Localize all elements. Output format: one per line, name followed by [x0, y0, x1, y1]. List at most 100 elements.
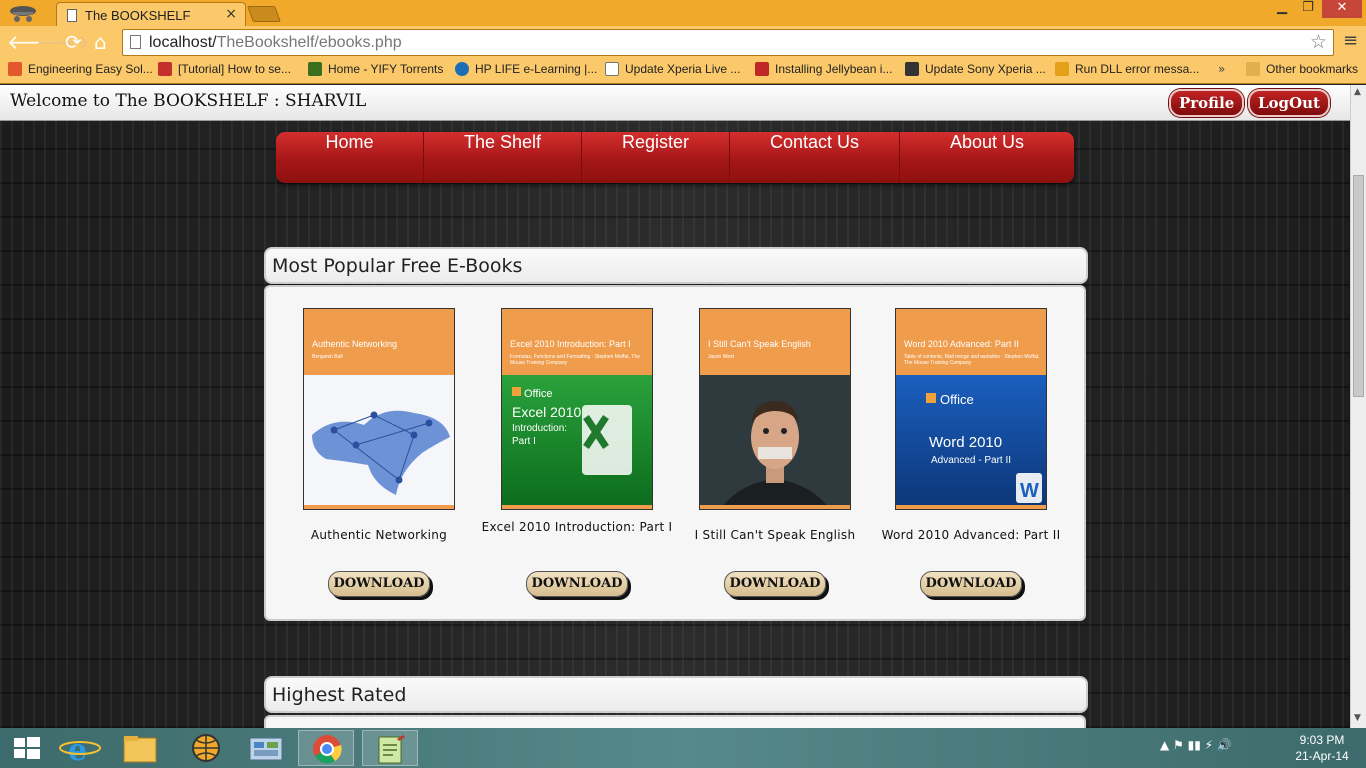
- control-panel-icon[interactable]: [238, 730, 294, 766]
- bookmark-item[interactable]: Update Sony Xperia ...: [905, 62, 1046, 76]
- svg-text:e: e: [68, 733, 87, 766]
- address-bar[interactable]: localhost/TheBookshelf/ebooks.php ☆: [122, 29, 1334, 56]
- cover-subtitle: Formulas, Functions and Formatting · Ste…: [510, 354, 640, 366]
- minimize-button[interactable]: ▁: [1270, 0, 1294, 18]
- new-tab-button[interactable]: [247, 6, 281, 22]
- globe-app-icon[interactable]: [178, 730, 234, 766]
- file-explorer-icon[interactable]: [112, 730, 168, 766]
- book-card: Word 2010 Advanced: Part II Table of cont…: [858, 287, 1060, 623]
- url-path: TheBookshelf/ebooks.php: [216, 34, 402, 51]
- maximize-button[interactable]: ❐: [1296, 0, 1320, 18]
- internet-explorer-icon[interactable]: e: [52, 730, 108, 768]
- nav-the-shelf[interactable]: The Shelf: [424, 132, 582, 183]
- cover-title: Authentic Networking: [312, 339, 398, 349]
- cover-line-1: Word 2010: [929, 434, 1002, 451]
- cover-brand: Office: [524, 388, 553, 400]
- cover-subtitle: Benjamin Ball: [312, 354, 343, 360]
- download-button[interactable]: DOWNLOAD: [328, 571, 430, 597]
- taped-mouth-man-icon: [700, 375, 850, 509]
- cover-line-3: Part I: [512, 436, 536, 447]
- nav-contact-us[interactable]: Contact Us: [730, 132, 900, 183]
- bookmark-item[interactable]: HP LIFE e-Learning |...: [455, 62, 597, 76]
- chrome-icon[interactable]: [298, 730, 354, 766]
- download-button[interactable]: DOWNLOAD: [724, 571, 826, 597]
- windows-taskbar: e ▲ ⚑ ▮▮ ⚡ 🔊 9:03 PM 21-Apr-14: [0, 728, 1366, 768]
- book-cover[interactable]: Authentic Networking Benjamin Ball: [303, 308, 455, 510]
- clock[interactable]: 9:03 PM 21-Apr-14: [1284, 732, 1360, 764]
- book-card: Excel 2010 Introduction: Part I Formulas,…: [464, 287, 672, 623]
- book-title: Authentic Networking: [310, 528, 448, 542]
- cover-title: Word 2010 Advanced: Part II: [904, 339, 1019, 349]
- scroll-up-icon[interactable]: ▲: [1354, 87, 1361, 97]
- tab-title: The BOOKSHELF: [85, 8, 191, 23]
- url-text: localhost/TheBookshelf/ebooks.php: [149, 34, 402, 52]
- scroll-down-icon[interactable]: ▼: [1354, 713, 1361, 723]
- chrome-menu-icon[interactable]: ≡: [1343, 30, 1358, 51]
- system-tray[interactable]: ▲ ⚑ ▮▮ ⚡ 🔊: [1160, 738, 1232, 752]
- svg-text:W: W: [1020, 480, 1039, 502]
- section-title: Highest Rated: [272, 684, 407, 706]
- cover-line-2: Advanced - Part II: [931, 455, 1011, 466]
- office-excel-icon: Office Excel 2010 Introduction: Part I: [502, 375, 652, 509]
- bookmark-item[interactable]: Engineering Easy Sol...: [8, 62, 153, 76]
- popular-books-panel: Authentic Networking Benjamin Ball Authen…: [264, 285, 1086, 621]
- cover-line-1: Excel 2010: [512, 404, 581, 420]
- page-viewport: Welcome to The BOOKSHELF : SHARVIL Profi…: [0, 85, 1350, 728]
- book-title: Word 2010 Advanced: Part II: [881, 528, 1061, 542]
- reload-icon[interactable]: ⟳: [65, 30, 82, 54]
- section-header-popular: Most Popular Free E-Books: [264, 247, 1088, 284]
- bookmark-item[interactable]: Home - YIFY Torrents: [308, 62, 443, 76]
- bookmark-item[interactable]: [Tutorial] How to se...: [158, 62, 291, 76]
- bookmark-item[interactable]: Update Xperia Live ...: [605, 62, 740, 76]
- incognito-icon: [6, 2, 40, 24]
- page-icon: [67, 9, 77, 22]
- page-scrollbar[interactable]: ▲ ▼: [1350, 85, 1366, 728]
- cover-subtitle: Jason West: [708, 354, 735, 360]
- download-button[interactable]: DOWNLOAD: [526, 571, 628, 597]
- home-icon[interactable]: ⌂: [94, 30, 107, 54]
- download-button[interactable]: DOWNLOAD: [920, 571, 1022, 597]
- bookmarks-bar: Engineering Easy Sol... [Tutorial] How t…: [0, 58, 1366, 84]
- world-network-icon: [304, 375, 454, 509]
- bookmark-item[interactable]: Installing Jellybean i...: [755, 62, 892, 76]
- book-cover[interactable]: Word 2010 Advanced: Part II Table of cont…: [895, 308, 1047, 510]
- browser-tab-active[interactable]: The BOOKSHELF ×: [56, 2, 246, 28]
- section-header-highest-rated: Highest Rated: [264, 676, 1088, 713]
- book-card: Authentic Networking Benjamin Ball Authen…: [266, 287, 466, 623]
- cover-subtitle: Table of contents, Mail merge and websit…: [904, 354, 1040, 366]
- cover-title: I Still Can't Speak English: [708, 339, 811, 349]
- profile-button[interactable]: Profile: [1169, 89, 1245, 117]
- close-window-button[interactable]: ✕: [1322, 0, 1362, 18]
- cover-brand: Office: [940, 392, 974, 407]
- browser-title-bar: The BOOKSHELF × ▁ ❐ ✕: [0, 0, 1366, 28]
- nav-home[interactable]: Home: [276, 132, 424, 183]
- book-card: I Still Can't Speak English Jason West I …: [662, 287, 862, 623]
- welcome-text: Welcome to The BOOKSHELF : SHARVIL: [10, 91, 367, 111]
- start-icon[interactable]: [0, 730, 56, 766]
- book-cover[interactable]: Excel 2010 Introduction: Part I Formulas,…: [501, 308, 653, 510]
- tab-close-icon[interactable]: ×: [225, 6, 237, 22]
- bookmark-star-icon[interactable]: ☆: [1310, 31, 1327, 53]
- clock-time: 9:03 PM: [1299, 733, 1345, 747]
- section-title: Most Popular Free E-Books: [272, 255, 523, 277]
- nav-register[interactable]: Register: [582, 132, 730, 183]
- book-title: I Still Can't Speak English: [694, 528, 856, 542]
- url-host: localhost/: [149, 34, 217, 51]
- book-title: Excel 2010 Introduction: Part I: [481, 520, 673, 534]
- highest-rated-panel: [264, 715, 1086, 728]
- bookmark-item[interactable]: Run DLL error messa...: [1055, 62, 1199, 76]
- browser-toolbar: 🡐 🡒 ⟳ ⌂ localhost/TheBookshelf/ebooks.ph…: [0, 26, 1366, 58]
- logout-button[interactable]: LogOut: [1248, 89, 1330, 117]
- welcome-bar: Welcome to The BOOKSHELF : SHARVIL Profi…: [0, 85, 1350, 121]
- page-icon: [130, 35, 141, 49]
- cover-line-2: Introduction:: [512, 423, 567, 434]
- cover-title: Excel 2010 Introduction: Part I: [510, 339, 631, 349]
- other-bookmarks-folder[interactable]: Other bookmarks: [1246, 62, 1358, 76]
- scrollbar-thumb[interactable]: [1353, 175, 1364, 397]
- book-cover[interactable]: I Still Can't Speak English Jason West: [699, 308, 851, 510]
- bookmarks-overflow-chevron-icon[interactable]: »: [1218, 62, 1225, 76]
- notepad-icon[interactable]: [362, 730, 418, 766]
- office-word-icon: Office Word 2010 Advanced - Part II W: [896, 375, 1046, 509]
- clock-date: 21-Apr-14: [1295, 749, 1349, 763]
- nav-about-us[interactable]: About Us: [900, 132, 1074, 183]
